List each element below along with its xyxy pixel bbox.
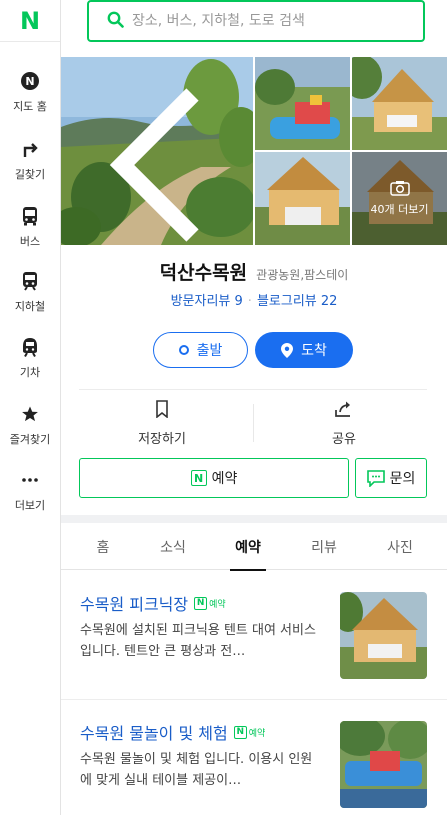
save-button[interactable]: 저장하기 bbox=[82, 400, 242, 448]
booking-badge: N 예약 bbox=[194, 596, 226, 610]
tab-booking[interactable]: 예약 bbox=[218, 523, 278, 571]
nav-item-directions[interactable]: 길찾기 bbox=[0, 138, 60, 198]
tab-news[interactable]: 소식 bbox=[143, 523, 203, 570]
reserve-button[interactable]: N 예약 bbox=[79, 458, 349, 498]
arrive-label: 도착 bbox=[301, 343, 327, 359]
search-box[interactable] bbox=[87, 0, 425, 42]
directions-icon bbox=[19, 138, 41, 160]
camera-icon bbox=[389, 180, 410, 196]
item-description: 수목원에 설치된 피크닉용 텐트 대여 서비스입니다. 텐트안 큰 평상과 전… bbox=[80, 623, 316, 659]
left-nav: N N 지도 홈 길찾기 버스 지하철 기차 즐겨찾기 더보기 bbox=[0, 0, 61, 815]
section-gap bbox=[61, 515, 447, 523]
item-thumbnail[interactable] bbox=[340, 721, 427, 808]
booking-item[interactable]: 수목원 피크닉장 N 예약 수목원에 설치된 피크닉용 텐트 대여 서비스입니다.… bbox=[61, 571, 447, 699]
svg-text:N: N bbox=[25, 75, 34, 88]
arrive-button[interactable]: 도착 bbox=[255, 332, 353, 368]
save-label: 저장하기 bbox=[138, 432, 186, 447]
nav-label: 즐겨찾기 bbox=[9, 433, 51, 446]
map-pin-icon: N bbox=[19, 70, 41, 92]
divider bbox=[79, 389, 427, 390]
photo-thumbnail[interactable] bbox=[352, 57, 447, 150]
place-header: 덕산수목원 관광농원,팜스테이 bbox=[61, 258, 447, 285]
share-icon bbox=[334, 400, 354, 422]
photo-more-tile[interactable]: 40개 더보기 bbox=[352, 152, 447, 245]
item-title[interactable]: 수목원 물놀이 및 체험 bbox=[80, 720, 228, 744]
nav-item-favorites[interactable]: 즐겨찾기 bbox=[0, 403, 60, 463]
blog-review-link[interactable]: 블로그리뷰 22 bbox=[257, 294, 337, 309]
nav-item-train[interactable]: 기차 bbox=[0, 336, 60, 396]
share-label: 공유 bbox=[332, 432, 356, 447]
naver-booking-icon: N bbox=[194, 596, 208, 610]
depart-button[interactable]: 출발 bbox=[153, 332, 248, 368]
depart-label: 출발 bbox=[196, 343, 223, 359]
nav-label: 기차 bbox=[19, 366, 41, 379]
item-thumbnail[interactable] bbox=[340, 592, 427, 679]
search-icon bbox=[107, 11, 124, 32]
tab-reviews[interactable]: 리뷰 bbox=[294, 523, 354, 570]
subway-icon bbox=[19, 270, 41, 292]
search-input[interactable] bbox=[132, 13, 402, 29]
review-summary: 방문자리뷰 9 · 블로그리뷰 22 bbox=[170, 294, 338, 309]
nav-label: 지하철 bbox=[14, 300, 46, 313]
photo-gallery: 40개 더보기 bbox=[61, 57, 447, 245]
nav-label: 지도 홈 bbox=[13, 100, 47, 113]
naver-logo[interactable]: N bbox=[0, 0, 60, 42]
train-icon bbox=[19, 336, 41, 358]
chat-icon bbox=[366, 469, 385, 487]
naver-booking-icon: N bbox=[233, 725, 247, 739]
more-icon bbox=[19, 469, 41, 491]
main-photo[interactable] bbox=[61, 57, 253, 245]
nav-item-bus[interactable]: 버스 bbox=[0, 205, 60, 265]
destination-pin-icon bbox=[281, 342, 294, 358]
inquiry-label: 문의 bbox=[389, 471, 416, 487]
back-arrow-icon[interactable] bbox=[73, 71, 253, 245]
booking-item[interactable]: 수목원 물놀이 및 체험 N 예약 수목원 물놀이 및 체험 입니다. 이용시 인… bbox=[61, 700, 447, 815]
booking-badge: N 예약 bbox=[233, 725, 265, 739]
more-photos-label: 40개 더보기 bbox=[370, 203, 429, 216]
photo-thumbnail[interactable] bbox=[255, 57, 350, 150]
nav-label: 버스 bbox=[19, 235, 41, 248]
inquiry-button[interactable]: 문의 bbox=[355, 458, 427, 498]
item-title[interactable]: 수목원 피크닉장 bbox=[80, 591, 188, 615]
tab-bar: 홈 소식 예약 리뷰 사진 bbox=[61, 523, 447, 571]
share-button[interactable]: 공유 bbox=[264, 400, 424, 448]
divider bbox=[253, 404, 254, 442]
place-title: 덕산수목원 bbox=[159, 262, 248, 284]
reserve-label: 예약 bbox=[211, 471, 238, 487]
nav-label: 더보기 bbox=[14, 499, 46, 512]
bus-icon bbox=[19, 205, 41, 227]
nav-label: 길찾기 bbox=[14, 168, 46, 181]
more-photos-overlay: 40개 더보기 bbox=[352, 152, 447, 245]
tab-home[interactable]: 홈 bbox=[73, 523, 133, 570]
nav-item-more[interactable]: 더보기 bbox=[0, 469, 60, 529]
nav-item-subway[interactable]: 지하철 bbox=[0, 270, 60, 330]
star-icon bbox=[19, 403, 41, 425]
visitor-review-link[interactable]: 방문자리뷰 9 bbox=[171, 294, 243, 309]
photo-thumbnail[interactable] bbox=[255, 152, 350, 245]
tab-photos[interactable]: 사진 bbox=[370, 523, 430, 570]
naver-booking-icon: N bbox=[190, 470, 207, 486]
item-description: 수목원 물놀이 및 체험 입니다. 이용시 인원 에 맞게 실내 테이블 제공이… bbox=[80, 752, 313, 788]
place-category: 관광농원,팜스테이 bbox=[256, 268, 349, 282]
origin-dot-icon bbox=[178, 345, 189, 355]
bookmark-icon bbox=[155, 400, 169, 422]
nav-item-map-home[interactable]: N 지도 홈 bbox=[0, 70, 60, 130]
